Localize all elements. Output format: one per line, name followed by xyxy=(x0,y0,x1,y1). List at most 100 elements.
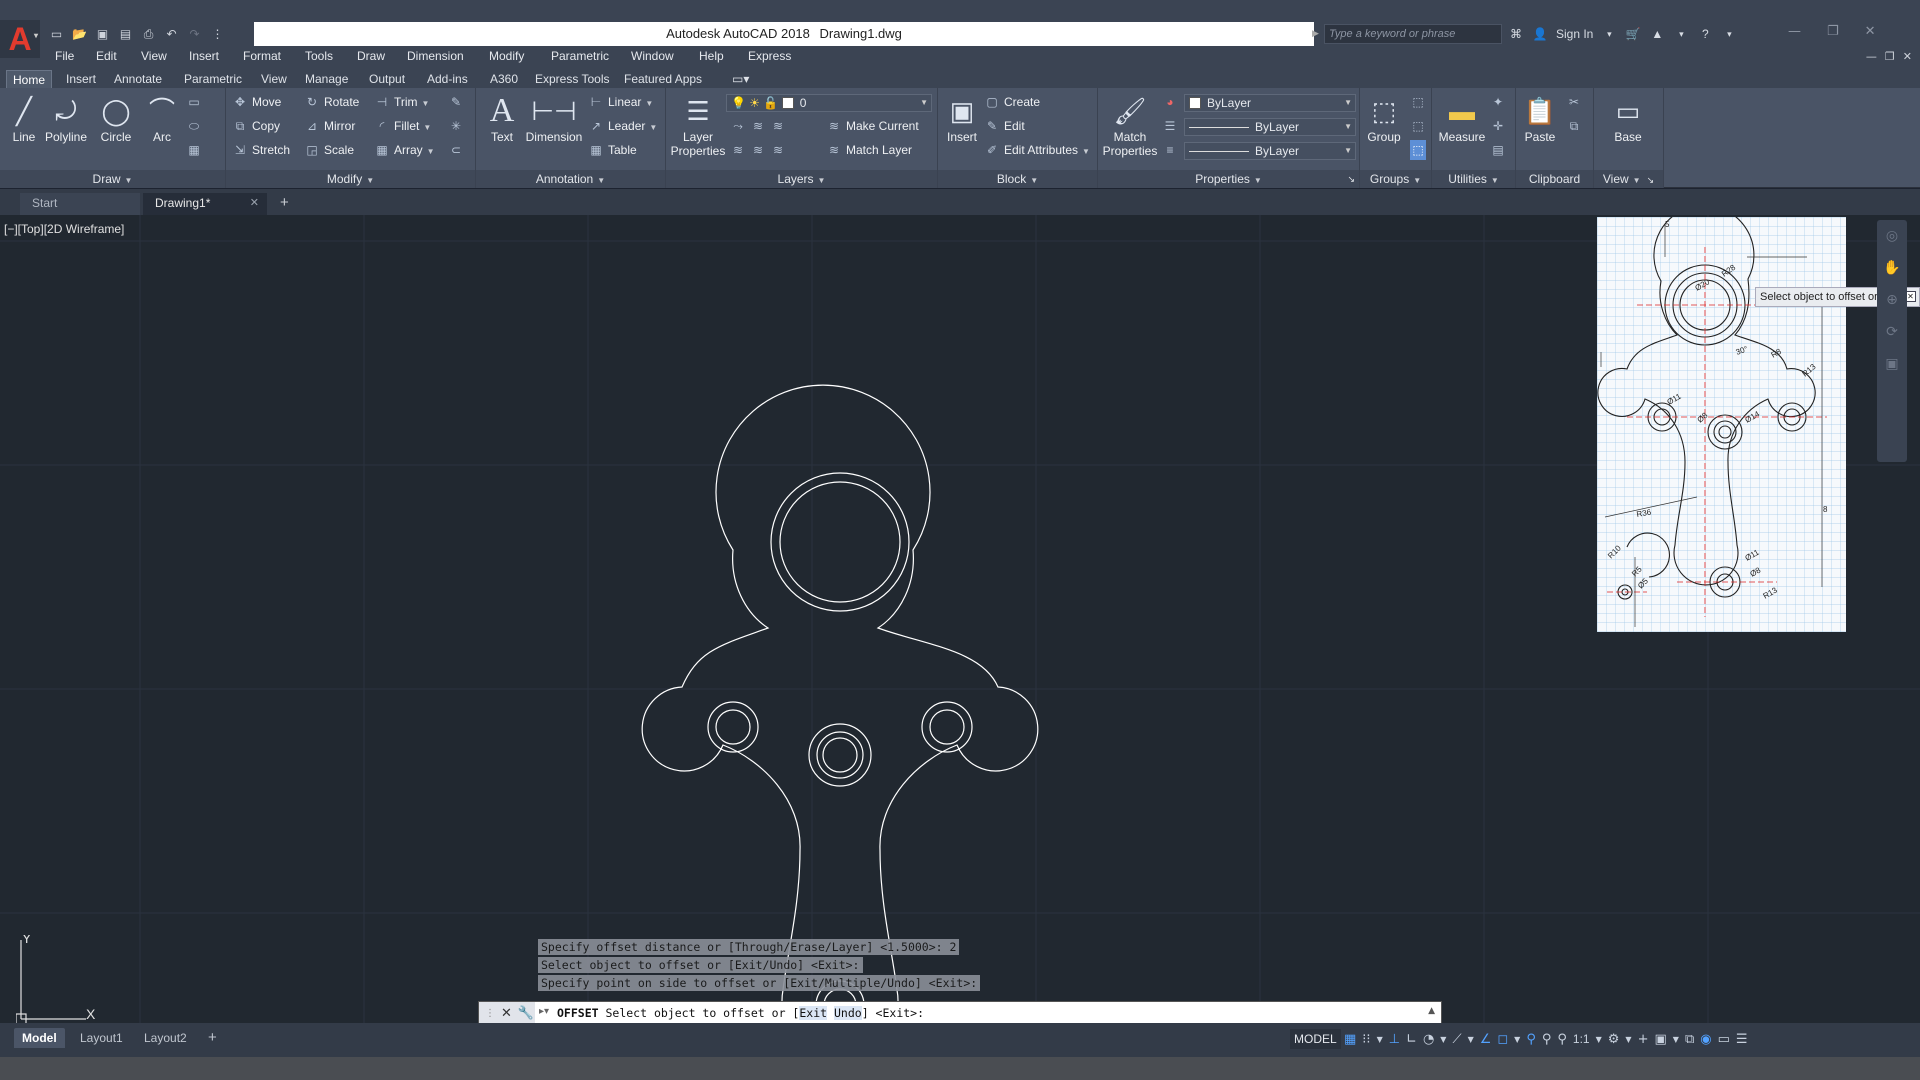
point-button[interactable]: ✛ xyxy=(1490,116,1510,136)
left-hole-inner-circle[interactable] xyxy=(715,709,751,745)
tab-featured-apps[interactable]: Featured Apps xyxy=(624,70,702,88)
close-icon[interactable]: ✕ xyxy=(501,1006,512,1021)
chevron-down-icon[interactable]: ▾ xyxy=(1673,29,1689,40)
explode-button[interactable]: ✳ xyxy=(448,116,468,136)
part-geometry[interactable] xyxy=(641,384,1039,1023)
match-layer-button[interactable]: ≋ Match Layer xyxy=(826,140,912,160)
chevron-down-icon[interactable]: ▼ xyxy=(1514,1035,1520,1044)
dialog-launcher-icon[interactable]: ↘ xyxy=(1647,175,1655,185)
close-icon[interactable]: ✕ xyxy=(1865,24,1876,44)
tab-manage[interactable]: Manage xyxy=(305,70,348,88)
center-hole-outer-circle[interactable] xyxy=(808,723,872,787)
restore-icon[interactable]: ❐ xyxy=(1827,24,1839,44)
tab-insert[interactable]: Insert xyxy=(66,70,96,88)
tab-home[interactable]: Home xyxy=(6,70,53,88)
calculator-button[interactable]: ▤ xyxy=(1490,140,1510,160)
close-icon[interactable]: ✕ xyxy=(250,193,259,213)
chevron-down-icon[interactable]: ▾ xyxy=(1721,29,1737,40)
a360-icon[interactable]: ▲ xyxy=(1649,27,1665,41)
menu-window[interactable]: Window xyxy=(631,49,674,63)
doc-restore-icon[interactable]: ❐ xyxy=(1885,50,1895,63)
view-panel-title[interactable]: View ▼ ↘ xyxy=(1594,170,1663,188)
quick-select-button[interactable]: ✦ xyxy=(1490,92,1510,112)
layer-freeze-icon[interactable]: ≋ xyxy=(770,116,786,136)
application-menu-button[interactable]: A ▾ xyxy=(0,20,40,58)
isolate-objects-icon[interactable]: ⧉ xyxy=(1685,1032,1694,1047)
viewport-controls[interactable]: [−][Top][2D Wireframe] xyxy=(4,222,124,236)
model-layout-tab[interactable]: Model xyxy=(14,1028,65,1048)
clipboard-panel-title[interactable]: Clipboard xyxy=(1516,170,1593,188)
ribbon-display-toggle-icon[interactable]: ▭▾ xyxy=(732,70,749,88)
cart-icon[interactable]: 🛒 xyxy=(1625,27,1641,41)
fillet-button[interactable]: ◜ Fillet ▼ xyxy=(374,116,432,136)
layer-isolate-icon[interactable]: ≋ xyxy=(750,116,766,136)
base-view-button[interactable]: ▭ Base xyxy=(1606,92,1650,144)
text-button[interactable]: A Text xyxy=(480,92,524,144)
create-block-button[interactable]: ▢ Create xyxy=(984,92,1040,112)
drawing-canvas[interactable]: [−][Top][2D Wireframe] R28 Ø20 R8 R13 Ø1… xyxy=(0,215,1920,1025)
edit-attributes-button[interactable]: ✐ Edit Attributes ▼ xyxy=(984,140,1090,160)
measure-button[interactable]: ▬ Measure xyxy=(1434,92,1490,144)
chevron-down-icon[interactable]: ▼ xyxy=(1440,1035,1446,1044)
ortho-icon[interactable]: ∟ xyxy=(1406,1032,1417,1047)
search-input[interactable] xyxy=(1325,25,1501,43)
plus-icon[interactable]: + xyxy=(1638,1032,1649,1047)
annotation-visibility-icon[interactable]: ⚲ xyxy=(1526,1032,1536,1047)
infer-constraints-icon[interactable]: ⊥ xyxy=(1389,1032,1400,1047)
open-folder-icon[interactable]: 📂 xyxy=(71,26,88,42)
block-panel-title[interactable]: Block ▼ xyxy=(938,170,1097,188)
sign-in-button[interactable]: Sign In xyxy=(1556,27,1593,41)
new-file-icon[interactable]: ▭ xyxy=(48,26,65,42)
customize-toolbar-icon[interactable]: ⋮ xyxy=(209,26,226,42)
leader-button[interactable]: ↗ Leader ▼ xyxy=(588,116,657,136)
paste-button[interactable]: 📋 Paste xyxy=(1518,92,1562,144)
scale-button[interactable]: ◲ Scale xyxy=(304,140,354,160)
expand-search-icon[interactable]: ▶ xyxy=(1312,24,1322,44)
color-dropdown[interactable]: ByLayer ▼ xyxy=(1184,94,1356,112)
layers-panel-title[interactable]: Layers ▼ xyxy=(666,170,937,188)
isodraft-icon[interactable]: ⟋ xyxy=(1452,1032,1461,1047)
help-icon[interactable]: ? xyxy=(1697,27,1713,41)
offset-button[interactable]: ⊂ xyxy=(448,140,468,160)
binoculars-icon[interactable]: ⌘ xyxy=(1508,27,1524,41)
tab-annotate[interactable]: Annotate xyxy=(114,70,162,88)
annotation-panel-title[interactable]: Annotation ▼ xyxy=(476,170,665,188)
properties-panel-title[interactable]: Properties ▼ ↘ xyxy=(1098,170,1359,188)
circle-button[interactable]: ◯ Circle xyxy=(94,92,138,144)
mirror-button[interactable]: ⊿ Mirror xyxy=(304,116,355,136)
utilities-panel-title[interactable]: Utilities ▼ xyxy=(1432,170,1515,188)
copy-button[interactable]: ⧉ Copy xyxy=(232,116,280,136)
hatch-button[interactable]: ⬭ xyxy=(186,116,206,136)
hardware-acceleration-icon[interactable]: ▣ xyxy=(1654,1032,1666,1047)
edit-block-button[interactable]: ✎ Edit xyxy=(984,116,1025,136)
annotation-scale-value[interactable]: 1:1 xyxy=(1573,1032,1590,1046)
top-boss-inner-circle[interactable] xyxy=(779,481,901,603)
line-button[interactable]: ╱ Line xyxy=(2,92,46,144)
menu-format[interactable]: Format xyxy=(243,49,281,63)
tab-output[interactable]: Output xyxy=(369,70,405,88)
layer-unlock-icon[interactable]: ≋ xyxy=(750,140,766,160)
chevron-down-icon[interactable]: ▼ xyxy=(1673,1035,1679,1044)
chevron-down-icon[interactable]: ▼ xyxy=(1596,1035,1602,1044)
linetype-dropdown[interactable]: ByLayer ▼ xyxy=(1184,118,1356,136)
region-button[interactable]: ▦ xyxy=(186,140,206,160)
polyline-button[interactable]: ⤾ Polyline xyxy=(44,92,88,144)
new-tab-button[interactable]: + xyxy=(276,193,298,215)
tab-view[interactable]: View xyxy=(261,70,287,88)
layout1-tab[interactable]: Layout1 xyxy=(72,1028,131,1048)
option-undo[interactable]: Undo xyxy=(834,1006,862,1020)
annotation-scale-icon[interactable]: ⚲ xyxy=(1557,1032,1567,1047)
layer-properties-button[interactable]: ☰ Layer Properties xyxy=(668,92,728,158)
add-layout-button[interactable]: + xyxy=(200,1028,225,1048)
snap-icon[interactable]: ⁝⁝ xyxy=(1362,1032,1370,1047)
save-icon[interactable]: ▣ xyxy=(94,26,111,42)
layout2-tab[interactable]: Layout2 xyxy=(136,1028,195,1048)
menu-file[interactable]: File xyxy=(55,49,74,63)
clean-screen-icon[interactable]: ◉ xyxy=(1700,1032,1711,1047)
doc-minimize-icon[interactable]: — xyxy=(1866,50,1877,63)
modify-panel-title[interactable]: Modify ▼ xyxy=(226,170,475,188)
workspace-gear-icon[interactable]: ⚙ xyxy=(1608,1032,1620,1047)
zoom-icon[interactable]: ⊕ xyxy=(1877,292,1907,316)
arc-button[interactable]: ⌒ Arc xyxy=(140,92,184,144)
object-snap-tracking-icon[interactable]: ∠ xyxy=(1480,1032,1492,1047)
